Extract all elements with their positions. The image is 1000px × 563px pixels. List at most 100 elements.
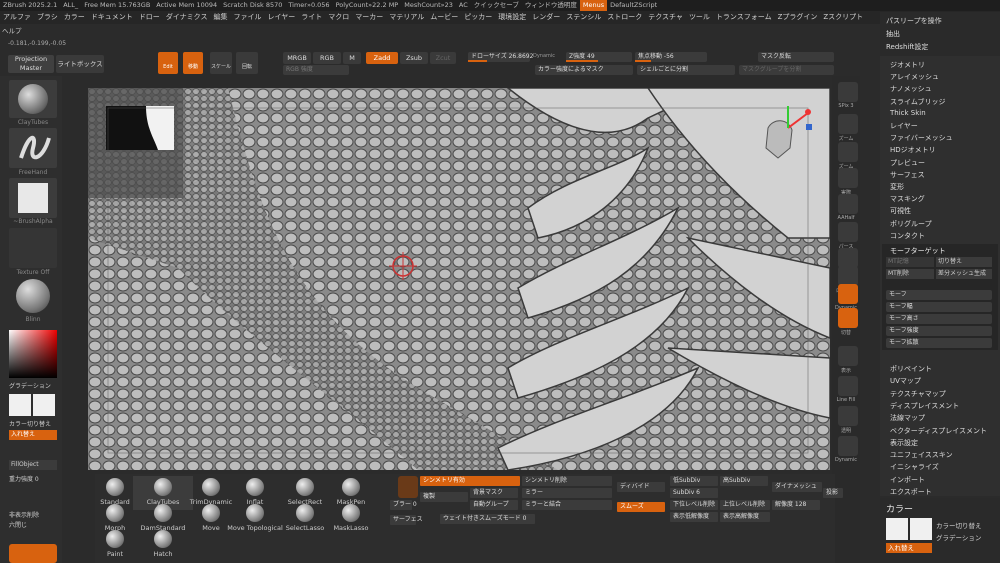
menu-item[interactable]: マクロ bbox=[325, 11, 352, 24]
menu-item[interactable]: テクスチャ bbox=[645, 11, 686, 24]
bottom-divide-button[interactable]: ディバイド bbox=[617, 482, 665, 492]
morph-target-header[interactable]: モーフターゲット bbox=[890, 246, 946, 256]
shelf-button[interactable] bbox=[838, 376, 858, 396]
top-menu-item[interactable]: Redshift設定 bbox=[886, 42, 928, 52]
mask-invert-button[interactable]: マスク反転 bbox=[758, 52, 834, 62]
subpalette-item[interactable]: レイヤー bbox=[890, 121, 918, 131]
bottom-lower-delete-button[interactable]: 下位レベル削除 bbox=[670, 500, 718, 510]
bottom-duplicate-button[interactable]: 複製 bbox=[420, 492, 468, 502]
subpalette-item[interactable]: プレビュー bbox=[890, 158, 925, 168]
edit-button[interactable]: Edit bbox=[158, 52, 178, 74]
morph-slider[interactable]: モーフ幅 bbox=[886, 302, 992, 312]
alpha-thumbnail[interactable] bbox=[9, 178, 57, 218]
bottom-resolution-slider[interactable]: 解像度 128 bbox=[772, 500, 820, 510]
menu-item[interactable]: カラー bbox=[61, 11, 88, 24]
menu-item[interactable]: ムービー bbox=[427, 11, 461, 24]
lightbox-button[interactable]: ライトボックス bbox=[56, 55, 104, 73]
secondary-color-swatch[interactable] bbox=[33, 394, 55, 416]
bottom-show-low-button[interactable]: 表示低解像度 bbox=[670, 512, 718, 522]
morph-slider[interactable]: モーフ強度 bbox=[886, 326, 992, 336]
scale-button[interactable]: スケール bbox=[210, 52, 232, 74]
menu-item[interactable]: レイヤー bbox=[264, 11, 298, 24]
menu-item[interactable]: ドキュメント bbox=[88, 11, 136, 24]
menu-item[interactable]: ドロー bbox=[136, 11, 163, 24]
morph-slider[interactable]: モーフ bbox=[886, 290, 992, 300]
shelf-button[interactable] bbox=[838, 266, 858, 286]
bottom-subdiv-slider[interactable]: SubDiv 6 bbox=[670, 488, 718, 498]
subpalette-item[interactable]: 変形 bbox=[890, 182, 904, 192]
stroke-icon[interactable] bbox=[398, 476, 418, 498]
shelf-button[interactable] bbox=[838, 248, 858, 268]
subpalette-item[interactable]: ポリグループ bbox=[890, 219, 932, 229]
subpalette-item[interactable]: エクスポート bbox=[890, 487, 932, 497]
fillobject-button[interactable]: FillObject bbox=[9, 460, 57, 470]
split-shell-button[interactable]: シェルごとに分割 bbox=[637, 65, 735, 75]
morph-slider[interactable]: モーフ高さ bbox=[886, 314, 992, 324]
rgb-intensity-slider[interactable]: RGB 強度 bbox=[283, 65, 349, 75]
bottom-blur-slider[interactable]: ブラー 0 bbox=[390, 500, 417, 510]
subpalette-item[interactable]: ユニフェイススキン bbox=[890, 450, 953, 460]
hide-button[interactable]: 六閉じ bbox=[9, 520, 27, 529]
shelf-button[interactable] bbox=[838, 222, 858, 242]
bottom-bg-mask-button[interactable]: 背景マスク bbox=[470, 488, 518, 498]
focal-shift-slider[interactable]: 焦点移動 -56 bbox=[635, 52, 707, 62]
menu-item[interactable]: ブラシ bbox=[34, 11, 61, 24]
shelf-button[interactable] bbox=[838, 406, 858, 426]
zcut-button[interactable]: Zcut bbox=[430, 52, 456, 64]
bottom-low-subdiv-button[interactable]: 低SubDiv bbox=[670, 476, 718, 486]
shelf-button[interactable] bbox=[838, 436, 858, 456]
subpalette-item[interactable]: 法線マップ bbox=[890, 413, 925, 423]
subpalette-item[interactable]: スライムブリッジ bbox=[890, 97, 945, 107]
mt-switch-button[interactable]: 切り替え bbox=[936, 257, 992, 267]
main-color-swatch[interactable] bbox=[9, 394, 31, 416]
menu-item[interactable]: ダイナミクス bbox=[163, 11, 211, 24]
subpalette-item[interactable]: HDジオメトリ bbox=[890, 145, 936, 155]
mt-diff-mesh-button[interactable]: 差分メッシュ生成 bbox=[936, 269, 992, 279]
menu-item[interactable]: ライト bbox=[298, 11, 325, 24]
menu-item[interactable]: 編集 bbox=[210, 11, 230, 24]
subpalette-item[interactable]: サーフェス bbox=[890, 170, 925, 180]
swap-button[interactable]: 入れ替え bbox=[9, 430, 57, 440]
menu-item[interactable]: レンダー bbox=[529, 11, 563, 24]
subpalette-item[interactable]: ポリペイント bbox=[890, 364, 932, 374]
stroke-thumbnail[interactable] bbox=[9, 128, 57, 168]
draw-size-slider[interactable]: ドローサイズ 26.8692 bbox=[468, 52, 533, 62]
color-switch-button[interactable]: カラー切り替え bbox=[9, 419, 51, 428]
subpalette-item[interactable]: マスキング bbox=[890, 194, 925, 204]
gravity-slider[interactable]: 重力強度 0 bbox=[9, 474, 39, 483]
color-picker[interactable] bbox=[9, 330, 57, 378]
top-menu-item[interactable]: 抽出 bbox=[886, 29, 900, 39]
title-bar-item[interactable]: ウィンドウ透明度 bbox=[522, 0, 580, 11]
help-menu[interactable]: ヘルプ bbox=[2, 25, 22, 35]
palette-swap-button[interactable]: 入れ替え bbox=[886, 543, 932, 553]
bottom-dynamesh-button[interactable]: ダイナメッシュ bbox=[772, 482, 822, 492]
canvas-viewport[interactable] bbox=[88, 88, 830, 470]
title-bar-item[interactable]: Menus bbox=[579, 0, 608, 11]
subpalette-item[interactable]: ベクターディスプレイスメント bbox=[890, 426, 987, 436]
menu-item[interactable]: ストローク bbox=[604, 11, 645, 24]
subpalette-item[interactable]: ナノメッシュ bbox=[890, 84, 932, 94]
zadd-button[interactable]: Zadd bbox=[366, 52, 398, 64]
bottom-show-high-button[interactable]: 表示高解像度 bbox=[720, 512, 770, 522]
move-button[interactable]: 移動 bbox=[183, 52, 203, 74]
menu-item[interactable]: ツール bbox=[686, 11, 713, 24]
menu-item[interactable]: トランスフォーム bbox=[713, 11, 775, 24]
texture-thumbnail[interactable] bbox=[9, 228, 57, 268]
morph-slider[interactable]: モーフ拡散 bbox=[886, 338, 992, 348]
color-mask-button[interactable]: カラー強度によるマスク bbox=[535, 65, 633, 75]
z-intensity-slider[interactable]: Z強度 49 bbox=[566, 52, 632, 62]
gradient-label[interactable]: グラデーション bbox=[9, 381, 51, 390]
subpalette-item[interactable]: ジオメトリ bbox=[890, 60, 925, 70]
shelf-button[interactable] bbox=[838, 346, 858, 366]
palette-gradient[interactable]: グラデーション bbox=[936, 532, 981, 542]
menu-item[interactable]: Zプラグイン bbox=[775, 11, 821, 24]
m-button[interactable]: M bbox=[343, 52, 361, 64]
subpalette-item[interactable]: コンタクト bbox=[890, 231, 925, 241]
projection-master-button[interactable]: Projection Master bbox=[8, 55, 54, 73]
bottom-symmetry-on-button[interactable]: シンメトリ有効 bbox=[420, 476, 520, 486]
shelf-button[interactable] bbox=[838, 142, 858, 162]
brush-slot[interactable]: Hatch bbox=[133, 528, 193, 562]
rgb-button[interactable]: RGB bbox=[313, 52, 341, 64]
title-bar-item[interactable]: DefaultZScript bbox=[607, 0, 660, 11]
subpalette-item[interactable]: Thick Skin bbox=[890, 109, 926, 117]
